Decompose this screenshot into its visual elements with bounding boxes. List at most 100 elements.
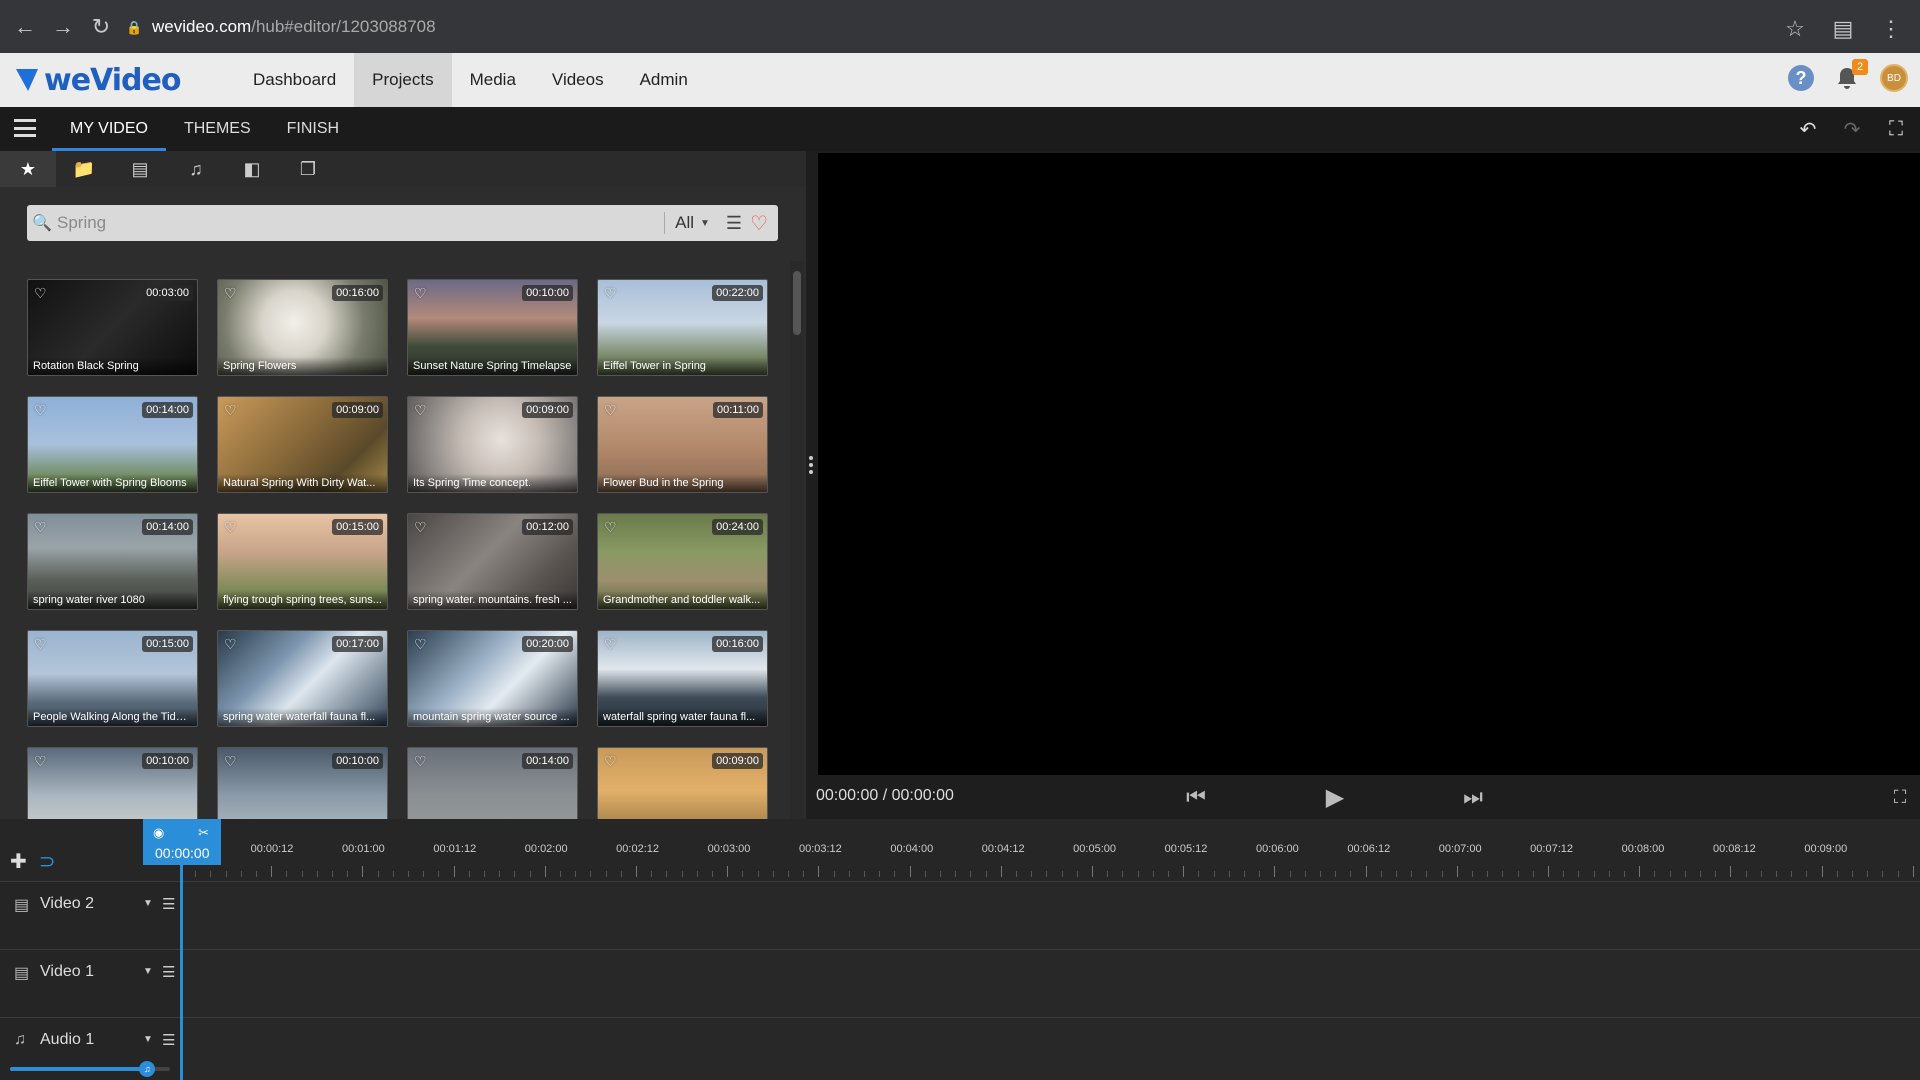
track-menu-icon[interactable]: ☰ [162,963,175,981]
incognito-icon[interactable]: ▤ [1824,10,1862,48]
media-thumbnail[interactable]: ♡ 00:16:00 Spring Flowers [217,279,388,376]
hamburger-menu-icon[interactable] [14,119,36,137]
my-media-folder-icon[interactable]: 📁 [56,151,112,187]
tab-themes[interactable]: THEMES [166,107,269,151]
favorite-heart-icon[interactable]: ♡ [34,519,50,535]
undo-icon[interactable]: ↶ [1794,115,1822,143]
media-thumbnail[interactable]: ♡ 00:14:00 Eiffel Tower with Spring Blooms [27,396,198,493]
panel-splitter[interactable] [806,151,816,819]
tab-finish[interactable]: FINISH [269,107,357,151]
help-icon[interactable]: ? [1788,65,1814,91]
favorite-heart-icon[interactable]: ♡ [224,402,240,418]
media-thumbnail[interactable]: ♡ 00:22:00 Eiffel Tower in Spring [597,279,768,376]
favorite-heart-icon[interactable]: ♡ [34,636,50,652]
media-thumbnail[interactable]: ♡ 00:20:00 mountain spring water source ..… [407,630,578,727]
track-lane[interactable] [180,882,1920,950]
redo-icon[interactable]: ↷ [1838,115,1866,143]
audio-library-icon[interactable]: ♫ [168,151,224,187]
media-thumbnail[interactable]: ♡ 00:11:00 Flower Bud in the Spring [597,396,768,493]
favorite-heart-icon[interactable]: ♡ [604,753,620,769]
search-input[interactable] [57,205,655,241]
favorite-heart-icon[interactable]: ♡ [414,636,430,652]
user-avatar[interactable]: BD [1880,64,1908,92]
favorites-heart-icon[interactable]: ♡ [750,211,768,236]
favorite-heart-icon[interactable]: ♡ [224,753,240,769]
text-titles-icon[interactable]: ▤ [112,151,168,187]
media-thumbnail[interactable]: ♡ 00:09:00 Natural Spring With Dirty Wat..… [217,396,388,493]
favorite-heart-icon[interactable]: ♡ [224,519,240,535]
favorite-heart-icon[interactable]: ♡ [604,402,620,418]
media-thumbnail[interactable]: ♡ 00:10:00 [27,747,198,819]
back-icon[interactable]: ← [6,8,44,46]
ruler-tick-label: 00:03:00 [707,843,751,855]
favorites-star-icon[interactable]: ★ [0,151,56,187]
favorite-heart-icon[interactable]: ♡ [604,636,620,652]
stock-media-icon[interactable]: ❐ [280,151,336,187]
favorite-heart-icon[interactable]: ♡ [414,753,430,769]
marker-icon[interactable]: ◉ [153,825,164,841]
volume-knob-icon[interactable]: ♫ [139,1061,156,1077]
reload-icon[interactable]: ↻ [82,8,120,46]
media-scrollbar[interactable] [790,261,804,819]
ruler-tick [1168,871,1169,877]
volume-slider[interactable]: ♫ [10,1061,170,1077]
transitions-icon[interactable]: ◧ [224,151,280,187]
favorite-heart-icon[interactable]: ♡ [414,285,430,301]
track-lane[interactable] [180,950,1920,1018]
nav-videos[interactable]: Videos [534,53,622,107]
media-thumbnail[interactable]: ♡ 00:10:00 Sunset Nature Spring Timelapse [407,279,578,376]
favorite-heart-icon[interactable]: ♡ [224,285,240,301]
media-thumbnail[interactable]: ♡ 00:16:00 waterfall spring water fauna fl… [597,630,768,727]
play-icon[interactable]: ▶ [1321,783,1349,811]
skip-to-end-icon[interactable]: ⏭ [1459,783,1487,811]
media-thumbnail[interactable]: ♡ 00:14:00 spring water river 1080 [27,513,198,610]
chevron-down-icon[interactable]: ▼ [143,898,153,909]
favorite-heart-icon[interactable]: ♡ [34,753,50,769]
scrollbar-thumb[interactable] [793,271,801,335]
track-menu-icon[interactable]: ☰ [162,895,175,913]
fullscreen-icon[interactable]: ⛶ [1882,115,1910,143]
bookmark-star-icon[interactable]: ☆ [1776,10,1814,48]
favorite-heart-icon[interactable]: ♡ [34,285,50,301]
media-thumbnail[interactable]: ♡ 00:03:00 Rotation Black Spring [27,279,198,376]
favorite-heart-icon[interactable]: ♡ [604,519,620,535]
favorite-heart-icon[interactable]: ♡ [414,402,430,418]
favorite-heart-icon[interactable]: ♡ [34,402,50,418]
track-lane[interactable] [180,1018,1920,1080]
skip-to-start-icon[interactable]: ⏮ [1182,783,1210,811]
nav-admin[interactable]: Admin [622,53,706,107]
address-bar[interactable]: 🔒 wevideo.com/hub#editor/1203088708 [126,10,1816,44]
media-thumbnail[interactable]: ♡ 00:17:00 spring water waterfall fauna fl… [217,630,388,727]
media-title: waterfall spring water fauna fl... [598,708,767,726]
chevron-down-icon[interactable]: ▼ [143,1034,153,1045]
filter-settings-icon[interactable]: ☰ [726,213,742,234]
scissors-icon[interactable]: ✂ [198,825,209,841]
playhead[interactable]: ◉ ✂ 00:00:00 [143,819,221,865]
tab-my-video[interactable]: MY VIDEO [52,107,166,151]
nav-projects[interactable]: Projects [354,53,452,107]
track-menu-icon[interactable]: ☰ [162,1031,175,1049]
chevron-down-icon[interactable]: ▼ [143,966,153,977]
media-thumbnail[interactable]: ♡ 00:24:00 Grandmother and toddler walk... [597,513,768,610]
nav-dashboard[interactable]: Dashboard [235,53,354,107]
favorite-heart-icon[interactable]: ♡ [414,519,430,535]
media-thumbnail[interactable]: ♡ 00:12:00 spring water. mountains. fresh … [407,513,578,610]
media-thumbnail[interactable]: ♡ 00:14:00 [407,747,578,819]
media-thumbnail[interactable]: ♡ 00:15:00 flying trough spring trees, sun… [217,513,388,610]
timeline-ruler[interactable]: 00:00:12 00:01:00 00:01:12 00:02:00 00:02:12… [180,819,1920,881]
favorite-heart-icon[interactable]: ♡ [224,636,240,652]
add-track-icon[interactable]: ✚ [10,849,27,874]
notifications-bell-icon[interactable]: 2 [1832,59,1868,93]
forward-icon[interactable]: → [44,8,82,46]
browser-menu-icon[interactable]: ⋮ [1872,10,1910,48]
media-thumbnail[interactable]: ♡ 00:09:00 Its Spring Time concept. [407,396,578,493]
nav-media[interactable]: Media [452,53,534,107]
media-thumbnail[interactable]: ♡ 00:15:00 People Walking Along the Tidal.… [27,630,198,727]
wevideo-logo[interactable]: weVideo [16,63,181,98]
media-thumbnail[interactable]: ♡ 00:09:00 [597,747,768,819]
favorite-heart-icon[interactable]: ♡ [604,285,620,301]
media-thumbnail[interactable]: ♡ 00:10:00 [217,747,388,819]
magnet-snap-icon[interactable]: ⊃ [39,849,56,874]
media-type-filter[interactable]: All ▼ [675,213,710,233]
preview-fullscreen-icon[interactable]: ⛶ [1886,783,1914,811]
